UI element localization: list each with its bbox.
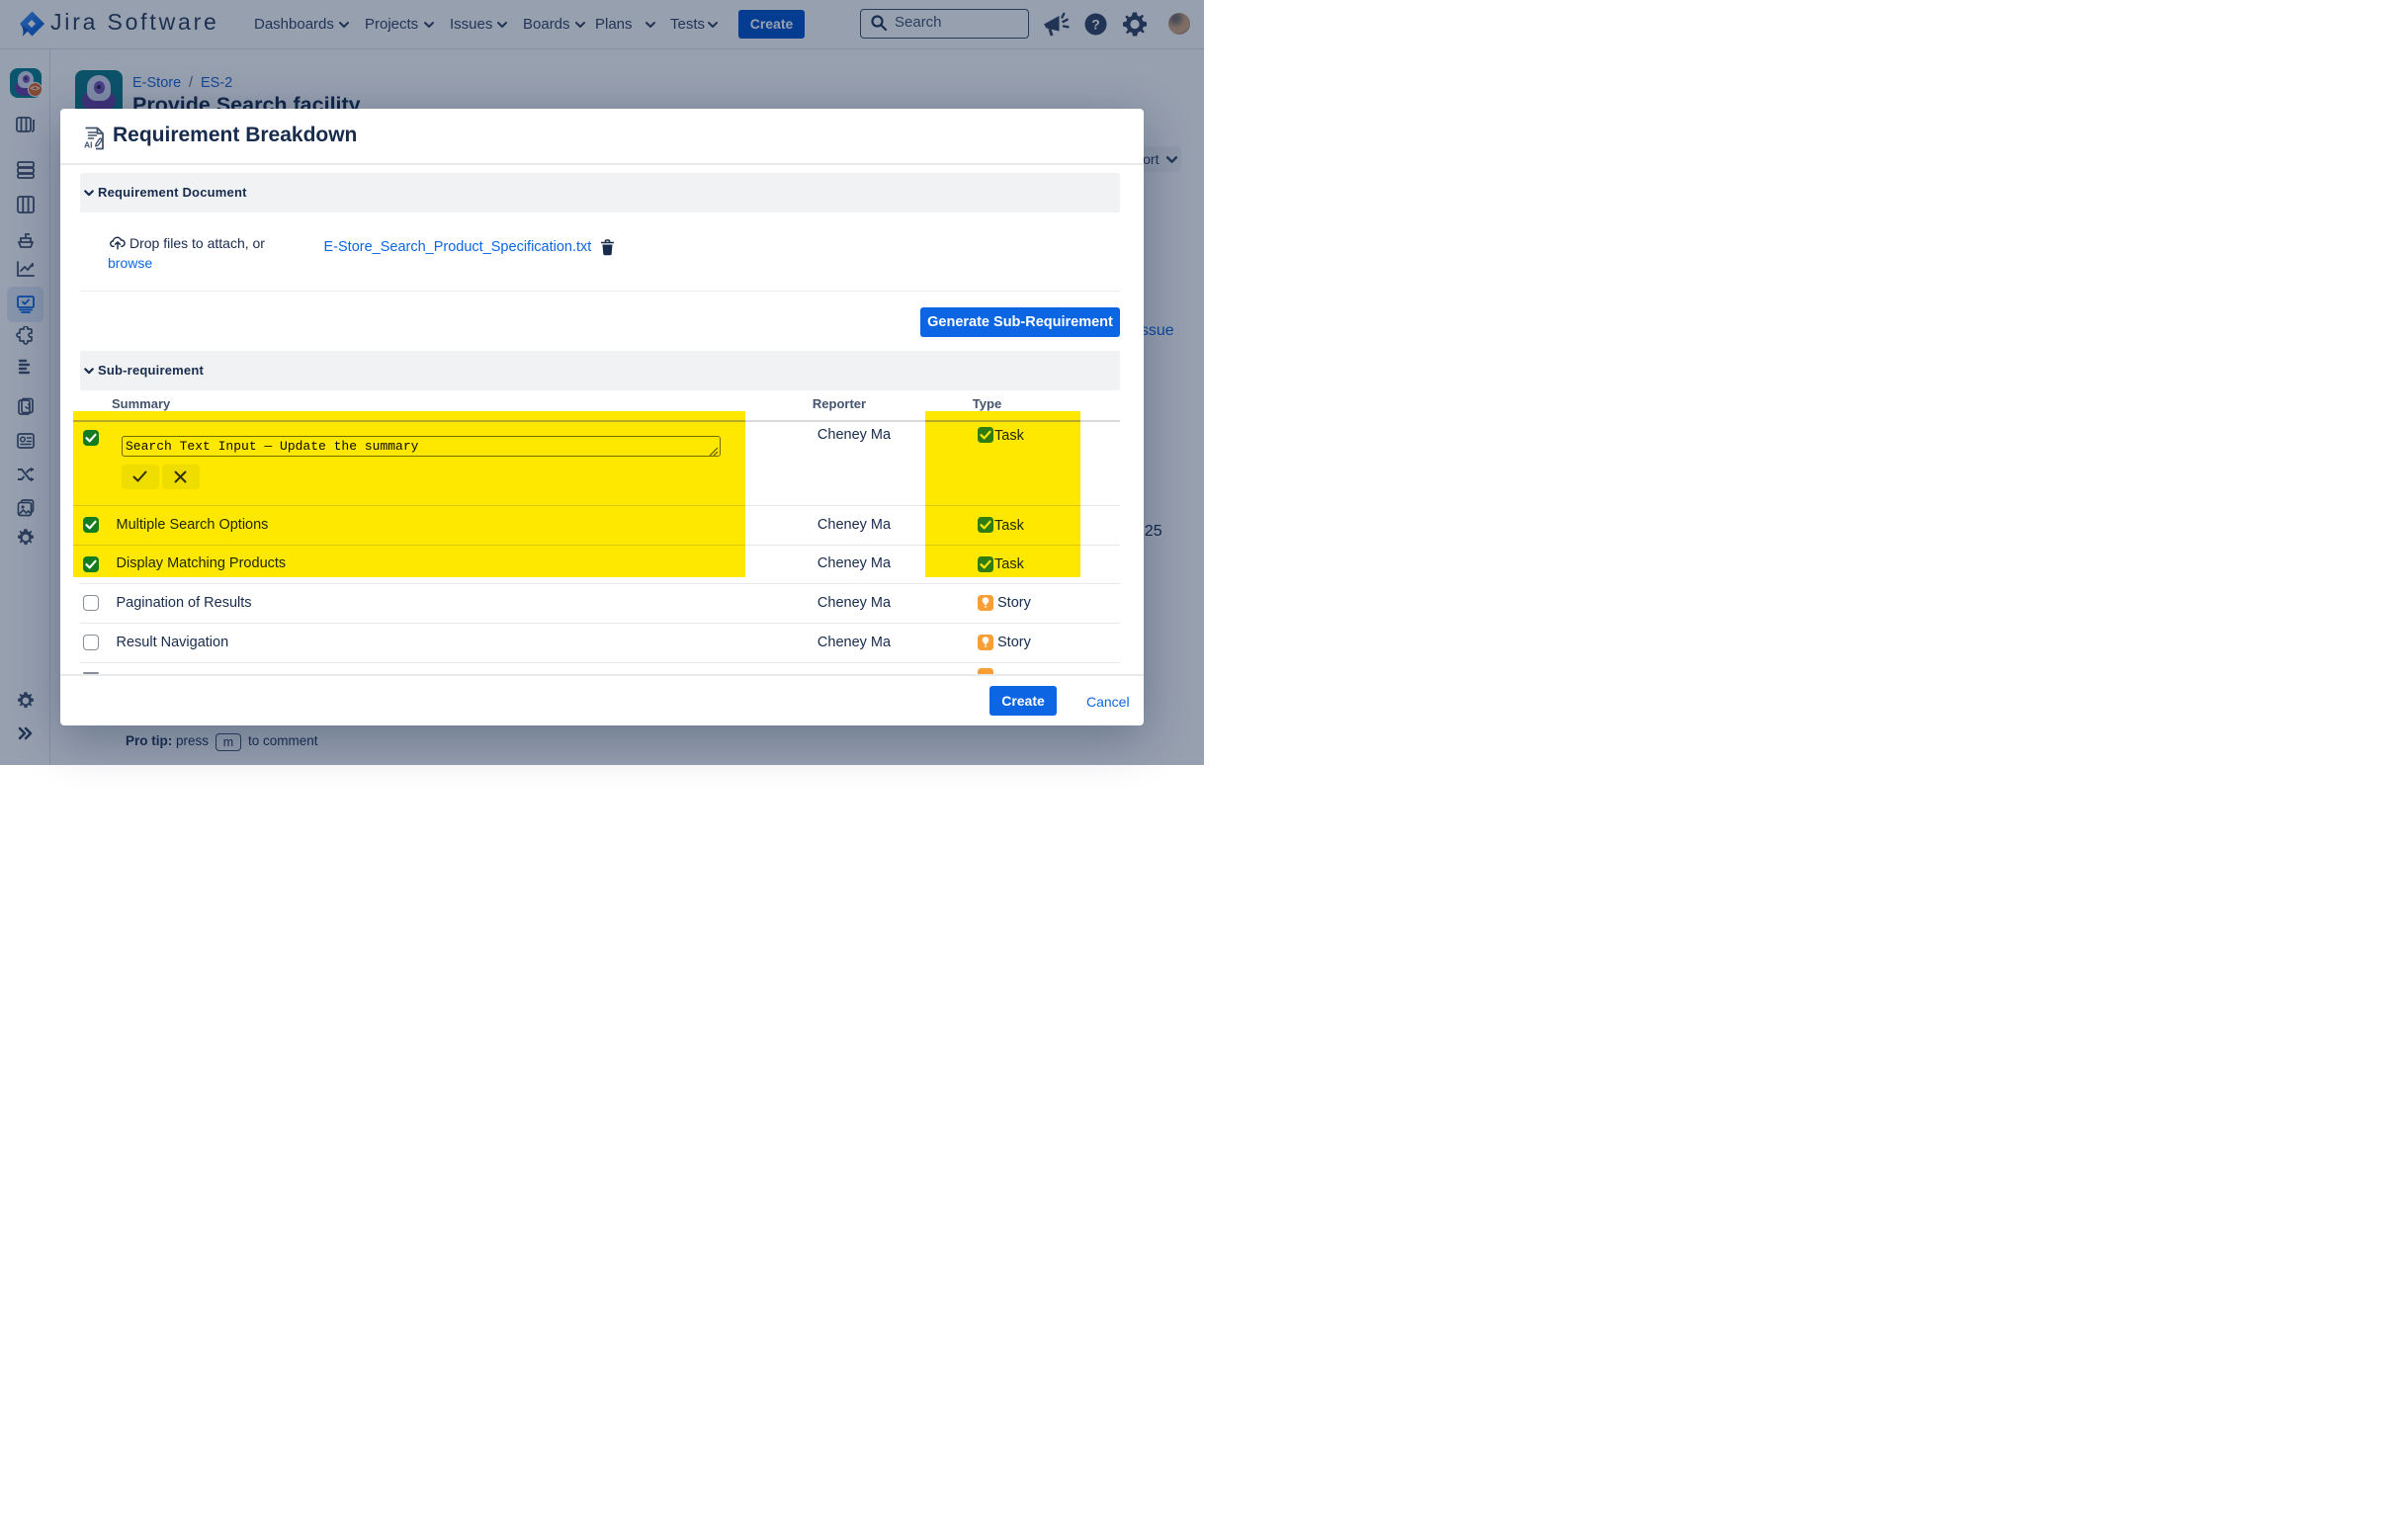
svg-text:AI: AI bbox=[84, 139, 93, 149]
